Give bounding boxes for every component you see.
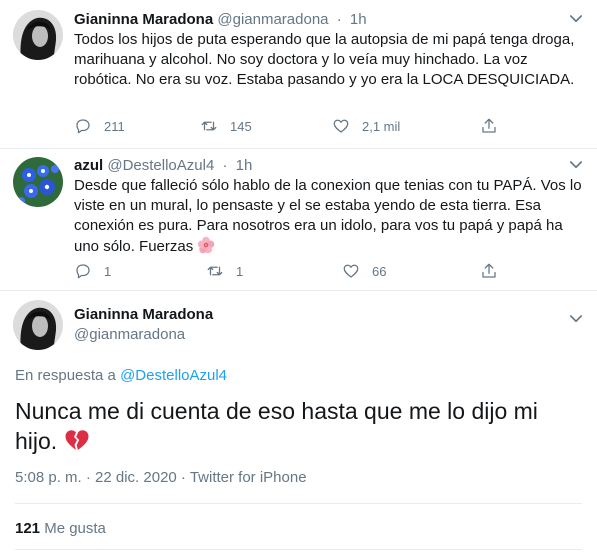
retweet-icon <box>201 121 217 131</box>
avatar-azul[interactable] <box>13 157 63 207</box>
broken-heart-icon <box>65 430 89 450</box>
like-button[interactable]: 66 <box>342 261 386 281</box>
main-tweet-text-content: Nunca me di cuenta de eso hasta que me l… <box>15 398 538 454</box>
like-count: 66 <box>372 263 387 279</box>
tweet-2-header: azul @DestelloAzul4 · 1h <box>74 156 252 176</box>
tweet-1-handle[interactable]: @gianmaradona <box>217 11 328 28</box>
reply-button[interactable]: 211 <box>74 116 125 136</box>
avatar-gianinna-main[interactable] <box>13 300 63 350</box>
tweet-1-display-name[interactable]: Gianinna Maradona <box>74 11 213 28</box>
like-summary-label: Me gusta <box>44 520 106 537</box>
meta-divider <box>15 503 582 504</box>
avatar-gianinna-image <box>13 300 63 350</box>
retweet-count: 145 <box>230 118 252 134</box>
tweet-1[interactable]: Gianinna Maradona @gianmaradona · 1h Tod… <box>0 0 597 148</box>
tweet-2-time[interactable]: 1h <box>236 157 253 174</box>
share-icon <box>482 118 496 133</box>
reply-context: En respuesta a @DestelloAzul4 <box>15 366 227 386</box>
tweet-1-actions: 211 145 2,1 mil <box>74 116 514 136</box>
main-tweet-handle[interactable]: @gianmaradona <box>74 325 185 345</box>
tweet-1-text: Todos los hijos de puta esperando que la… <box>74 31 575 88</box>
like-button[interactable]: 2,1 mil <box>332 116 400 136</box>
retweet-icon <box>207 266 223 276</box>
like-summary[interactable]: 121 Me gusta <box>15 519 106 539</box>
main-tweet-text: Nunca me di cuenta de eso hasta que me l… <box>15 396 575 456</box>
tweet-2-handle[interactable]: @DestelloAzul4 <box>107 157 214 174</box>
heart-icon <box>333 119 349 133</box>
avatar-azul-image <box>13 157 63 207</box>
tweet-2-text-content: Desde que falleció sólo hablo de la cone… <box>74 177 582 255</box>
avatar-gianinna[interactable] <box>13 10 63 60</box>
reply-icon <box>76 119 90 134</box>
tweet-2-text: Desde que falleció sólo hablo de la cone… <box>74 176 584 257</box>
reply-button[interactable]: 1 <box>74 261 111 281</box>
main-tweet-timestamp[interactable]: 5:08 p. m. · 22 dic. 2020 · Twitter for … <box>15 468 307 488</box>
main-tweet-display-name[interactable]: Gianinna Maradona <box>74 305 213 325</box>
reply-count: 211 <box>104 118 125 134</box>
separator-dot: · <box>222 157 228 174</box>
share-button[interactable] <box>480 116 510 136</box>
tweet-divider <box>0 290 597 291</box>
chevron-down-icon[interactable] <box>567 10 585 28</box>
like-count: 2,1 mil <box>362 118 401 134</box>
tweet-1-time[interactable]: 1h <box>350 11 367 28</box>
reply-prefix: En respuesta a <box>15 367 116 384</box>
separator-dot: · <box>336 11 342 28</box>
retweet-count: 1 <box>236 263 244 279</box>
reply-to-link[interactable]: @DestelloAzul4 <box>120 367 227 384</box>
retweet-button[interactable]: 145 <box>200 116 252 136</box>
avatar-gianinna-image <box>13 10 63 60</box>
tweet-2-actions: 1 1 66 <box>74 261 514 281</box>
retweet-button[interactable]: 1 <box>206 261 243 281</box>
bottom-divider <box>15 549 582 550</box>
chevron-down-icon[interactable] <box>567 156 585 174</box>
tweet-1-header: Gianinna Maradona @gianmaradona · 1h <box>74 10 367 30</box>
share-icon <box>482 263 496 278</box>
share-button[interactable] <box>480 261 510 281</box>
heart-icon <box>343 264 359 278</box>
tweet-2[interactable]: azul @DestelloAzul4 · 1h Desde que falle… <box>0 149 597 290</box>
tweet-2-display-name[interactable]: azul <box>74 157 103 174</box>
chevron-down-icon[interactable] <box>567 310 585 328</box>
reply-count: 1 <box>104 263 112 279</box>
hibiscus-flower-icon <box>198 236 215 254</box>
like-summary-count: 121 <box>15 520 41 537</box>
reply-icon <box>76 264 90 279</box>
